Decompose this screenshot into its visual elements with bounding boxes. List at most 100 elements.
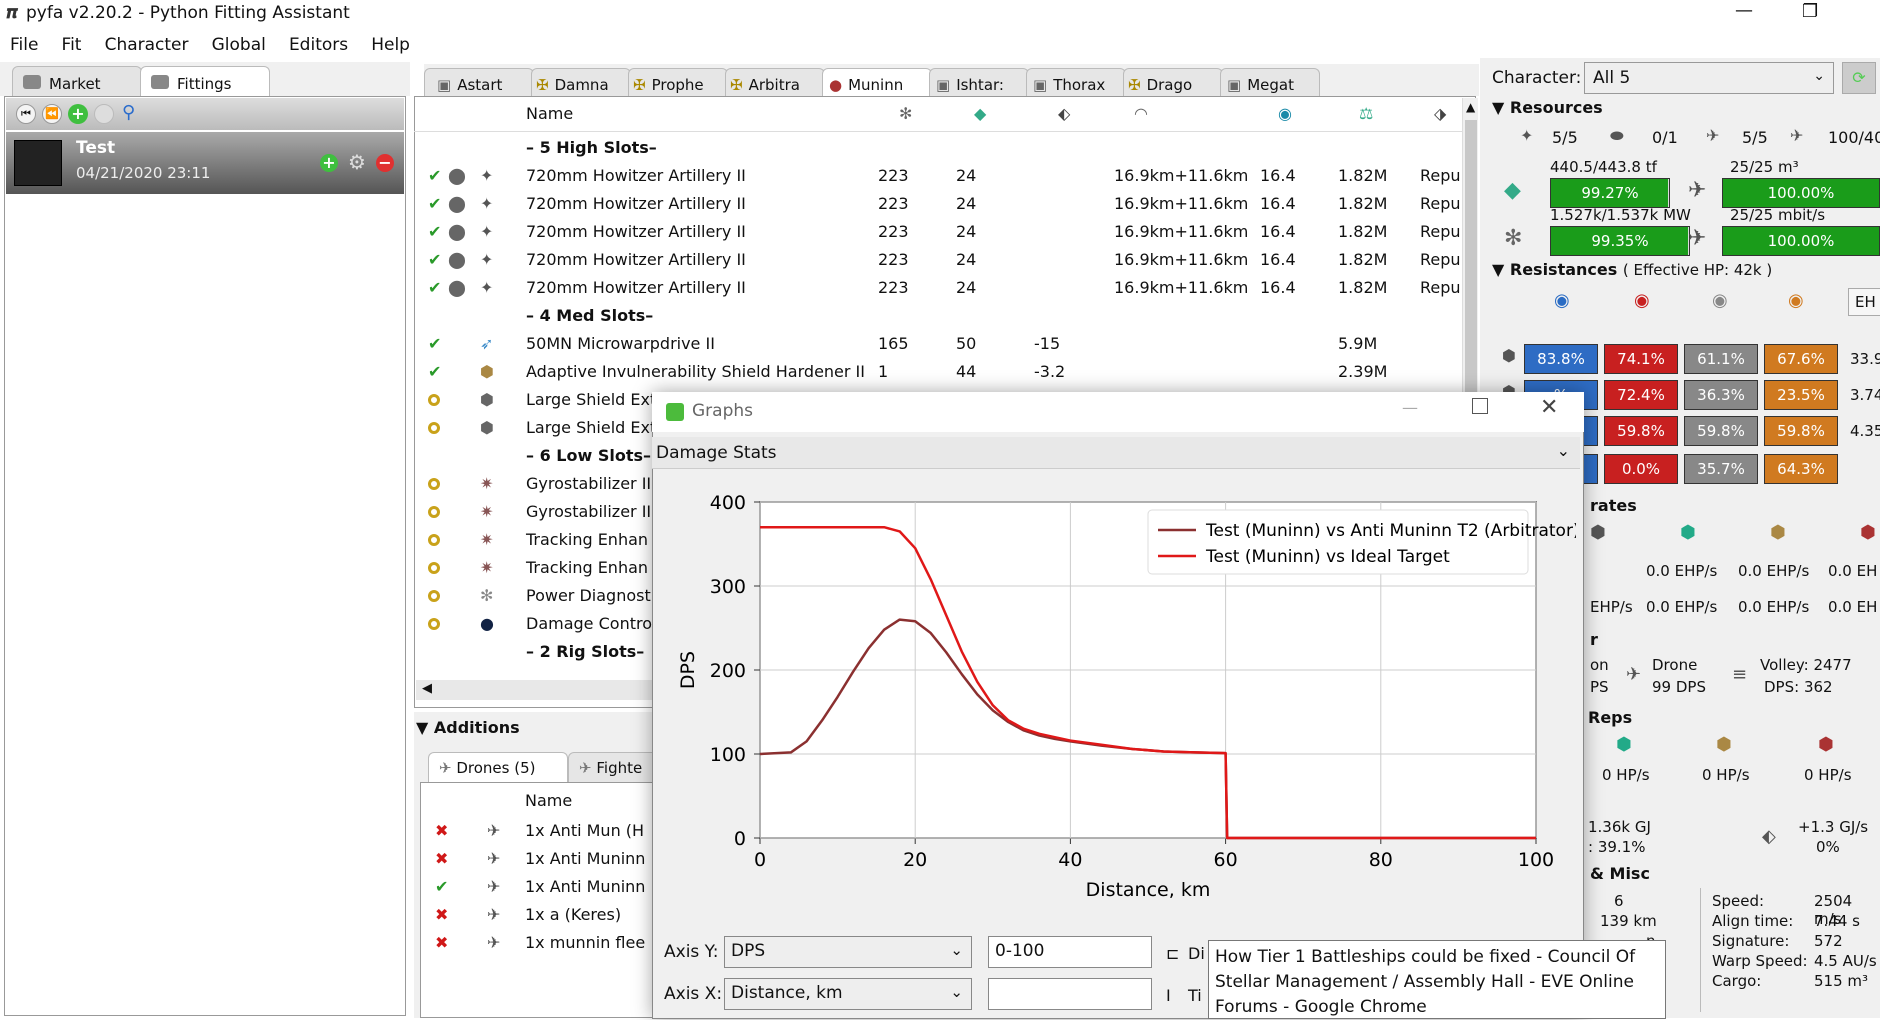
menu-fit[interactable]: Fit [62, 35, 82, 55]
bandwidth-icon: ✈ [1688, 226, 1707, 251]
bandwidth-pct: 100.00% [1767, 232, 1835, 250]
tab-fit-muninn[interactable]: ● Muninn [822, 68, 932, 98]
col-cap-icon[interactable]: ⬖ [1058, 104, 1070, 123]
disabled-icon [94, 104, 114, 124]
y-tick-label: 200 [710, 660, 746, 682]
tab-fit-ishtar[interactable]: ▣ Ishtar: [929, 68, 1029, 98]
turret-icon: ✦ [480, 278, 494, 297]
graph-close-icon[interactable]: ✕ [1540, 395, 1558, 420]
resources-title[interactable]: ▼ Resources [1492, 98, 1603, 117]
rates-title[interactable]: rates [1590, 496, 1637, 515]
tab-fit-drago[interactable]: ✠ Drago [1123, 68, 1223, 98]
cap-reps-icon: ⬢ [1818, 734, 1834, 755]
add-icon[interactable]: + [320, 154, 338, 172]
module-row[interactable]: ✔ ⬤ ✦ 720mm Howitzer Artillery II 223 24… [414, 218, 1461, 246]
drone-row[interactable]: ✖ ✈ 1x Anti Muninn [421, 845, 661, 873]
graphs-titlebar[interactable]: Graphs — ✕ [652, 392, 1584, 432]
resistances-title[interactable]: ▼ Resistances ( Effective HP: 42k ) [1492, 260, 1772, 279]
menu-help[interactable]: Help [371, 35, 410, 55]
tab-fit-damna[interactable]: ✠ Damna [531, 68, 631, 98]
armor-hp: 3.74 [1850, 386, 1880, 404]
refresh-button[interactable]: ⟳ [1842, 62, 1876, 94]
drone-col-name[interactable]: Name [525, 791, 572, 810]
scroll-left-icon[interactable]: ◀ [422, 681, 432, 696]
col-cpu-icon[interactable]: ✻ [899, 104, 912, 123]
ship-tab-icon: ✠ [536, 76, 549, 94]
calibration-icon: ✈ [1790, 126, 1804, 145]
drone-row[interactable]: ✔ ✈ 1x Anti Muninn [421, 873, 661, 901]
tab-fit-megat[interactable]: ▣ Megat [1220, 68, 1320, 98]
drone-icon: ✈ [487, 877, 501, 896]
module-row[interactable]: ✔ ➶ 50MN Microwarpdrive II 165 50 -15 5.… [414, 330, 1460, 358]
tab-drones[interactable]: ✈ Drones (5) [428, 752, 568, 782]
tab-fit-astart[interactable]: ▣ Astart [424, 68, 534, 98]
new-fit-icon[interactable]: + [68, 104, 88, 124]
axis-y-label: Axis Y: [664, 942, 719, 962]
search-icon[interactable]: ⚲ [122, 102, 135, 123]
tab-fittings[interactable]: Fittings [140, 66, 270, 98]
graph-maximize-icon[interactable] [1472, 398, 1488, 414]
res-value: 72.4% [1617, 386, 1665, 404]
res-value: 35.7% [1697, 460, 1745, 478]
drone-row[interactable]: ✖ ✈ 1x a (Keres) [421, 901, 661, 929]
module-row[interactable]: ✔ ⬤ ✦ 720mm Howitzer Artillery II 223 24… [414, 274, 1461, 302]
scroll-up-icon[interactable]: ▲ [1466, 100, 1475, 114]
col-ammo-icon[interactable]: ⬗ [1434, 104, 1446, 123]
tab-fit-label: Prophe [651, 76, 704, 94]
chevron-down-icon: ⌄ [1813, 68, 1825, 84]
range-input[interactable]: 0-100 [988, 936, 1152, 968]
tab-fit-thorax[interactable]: ▣ Thorax [1026, 68, 1126, 98]
col-name[interactable]: Name [526, 104, 573, 123]
graph-minimize-icon[interactable]: — [1402, 398, 1418, 417]
additions-title[interactable]: ▼ Additions [416, 718, 520, 737]
first-icon[interactable]: ⏮ [16, 104, 36, 124]
module-row[interactable]: ✔ ⬤ ✦ 720mm Howitzer Artillery II 223 24… [414, 162, 1461, 190]
delete-icon[interactable]: − [376, 154, 394, 172]
axis-y-select[interactable]: DPS ⌄ [724, 936, 972, 968]
tab-fit-arbitra[interactable]: ✠ Arbitra [725, 68, 825, 98]
cap-pct: 0% [1816, 838, 1840, 856]
drone-row[interactable]: ✖ ✈ 1x munnin flee [421, 929, 661, 957]
explosive-icon: ◉ [1788, 290, 1804, 311]
range-x-input[interactable] [988, 978, 1152, 1010]
gear-icon[interactable]: ⚙ [348, 150, 366, 174]
back-icon[interactable]: ⏪ [42, 104, 62, 124]
reps-title[interactable]: Reps [1588, 708, 1632, 727]
misc-title[interactable]: & Misc [1590, 864, 1650, 883]
menu-character[interactable]: Character [105, 35, 189, 55]
module-row[interactable]: ✔ ⬤ ✦ 720mm Howitzer Artillery II 223 24… [414, 190, 1461, 218]
col-falloff-icon[interactable]: ◉ [1278, 104, 1292, 123]
firepower-title[interactable]: r [1590, 630, 1598, 649]
graph-type-dropdown[interactable]: Damage Stats ⌄ [652, 437, 1580, 469]
hull-hp: 4.35 [1850, 422, 1880, 440]
axis-x-select[interactable]: Distance, km ⌄ [724, 978, 972, 1010]
minimize-icon[interactable]: — [1735, 0, 1753, 21]
res-damage-kinetic: 35.7% [1684, 454, 1758, 484]
module-row[interactable]: ✔ ⬤ ✦ 720mm Howitzer Artillery II 223 24… [414, 246, 1461, 274]
tab-market[interactable]: Market [12, 66, 142, 98]
ehp-column-button[interactable]: EH [1848, 288, 1880, 316]
col-price-icon[interactable]: ⚖ [1359, 104, 1373, 123]
res-shield-em: 83.8% [1524, 344, 1598, 374]
module-range: 16.9km+11.6km [1114, 278, 1249, 297]
fit-card[interactable]: Test 04/21/2020 23:11 + ⚙ − [6, 132, 404, 194]
kinetic-icon: ◉ [1712, 290, 1728, 311]
speed-label: Speed: [1712, 892, 1765, 910]
tab-fit-prophe[interactable]: ✠ Prophe [628, 68, 728, 98]
module-row[interactable]: ✔ ⬢ Adaptive Invulnerability Shield Hard… [414, 358, 1460, 386]
menu-file[interactable]: File [10, 35, 38, 55]
restore-icon[interactable]: ❐ [1802, 1, 1818, 22]
fit-date: 04/21/2020 23:11 [76, 164, 211, 182]
gyro-icon: ✷ [480, 474, 494, 493]
tracking-icon: ✷ [480, 530, 494, 549]
horizontal-scrollbar[interactable]: ◀ [416, 680, 656, 700]
x-tick-label: 60 [1214, 849, 1238, 871]
menu-global[interactable]: Global [212, 35, 266, 55]
col-range-icon[interactable]: ◠ [1134, 104, 1148, 123]
drone-row[interactable]: ✖ ✈ 1x Anti Mun (H [421, 817, 661, 845]
menu-editors[interactable]: Editors [289, 35, 348, 55]
character-select[interactable]: All 5 ⌄ [1584, 62, 1834, 94]
col-pg-icon[interactable]: ◆ [974, 104, 986, 123]
left-tabs: Market Fittings [0, 62, 410, 98]
pg-text: 1.527k/1.537k MW [1550, 206, 1691, 224]
